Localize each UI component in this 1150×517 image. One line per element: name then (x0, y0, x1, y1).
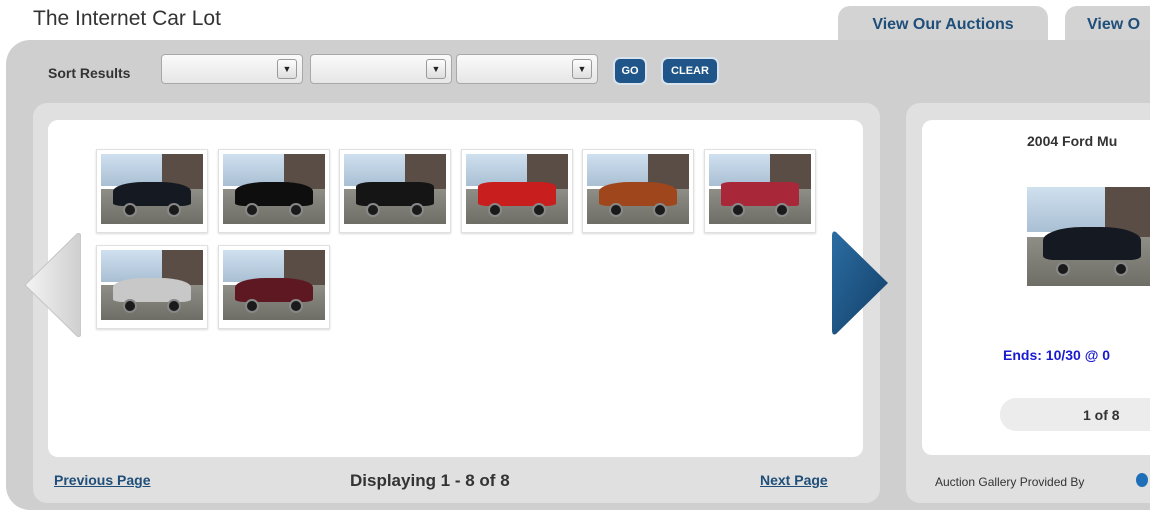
car-thumbnail[interactable] (704, 149, 816, 233)
dropdown-arrow-icon[interactable]: ▼ (426, 59, 446, 79)
sort-select-3[interactable]: ▼ (456, 54, 598, 84)
featured-pager (1000, 398, 1150, 431)
provided-by-text: Auction Gallery Provided By (935, 475, 1085, 489)
featured-pager-text: 1 of 8 (1083, 407, 1120, 423)
provider-logo-icon[interactable] (1136, 473, 1148, 487)
car-photo (223, 250, 325, 320)
auction-end-time: Ends: 10/30 @ 0 (1003, 347, 1111, 363)
car-photo (101, 154, 203, 224)
clear-button[interactable]: CLEAR (663, 59, 717, 83)
car-photo (587, 154, 689, 224)
sort-select-1[interactable]: ▼ (161, 54, 303, 84)
chevron-left-icon[interactable] (19, 230, 81, 340)
next-page-link[interactable]: Next Page (760, 472, 828, 488)
sort-results-label: Sort Results (48, 65, 131, 81)
car-photo (344, 154, 446, 224)
car-thumbnail[interactable] (96, 149, 208, 233)
featured-title[interactable]: 2004 Ford Mu (1027, 133, 1117, 149)
car-thumbnail[interactable] (339, 149, 451, 233)
car-thumbnail[interactable] (218, 149, 330, 233)
car-photo (223, 154, 325, 224)
car-photo (709, 154, 811, 224)
car-thumbnail[interactable] (461, 149, 573, 233)
display-count: Displaying 1 - 8 of 8 (350, 471, 510, 490)
car-thumbnail[interactable] (96, 245, 208, 329)
car-thumbnail[interactable] (218, 245, 330, 329)
sort-select-2[interactable]: ▼ (310, 54, 452, 84)
go-button[interactable]: GO (615, 59, 645, 83)
featured-photo-image (1027, 187, 1150, 286)
featured-photo[interactable] (1027, 187, 1150, 286)
previous-page-link[interactable]: Previous Page (54, 472, 151, 488)
chevron-right-icon[interactable] (832, 228, 894, 338)
car-photo (466, 154, 568, 224)
site-title: The Internet Car Lot (33, 7, 221, 30)
car-thumbnail[interactable] (582, 149, 694, 233)
dropdown-arrow-icon[interactable]: ▼ (572, 59, 592, 79)
dropdown-arrow-icon[interactable]: ▼ (277, 59, 297, 79)
car-photo (101, 250, 203, 320)
